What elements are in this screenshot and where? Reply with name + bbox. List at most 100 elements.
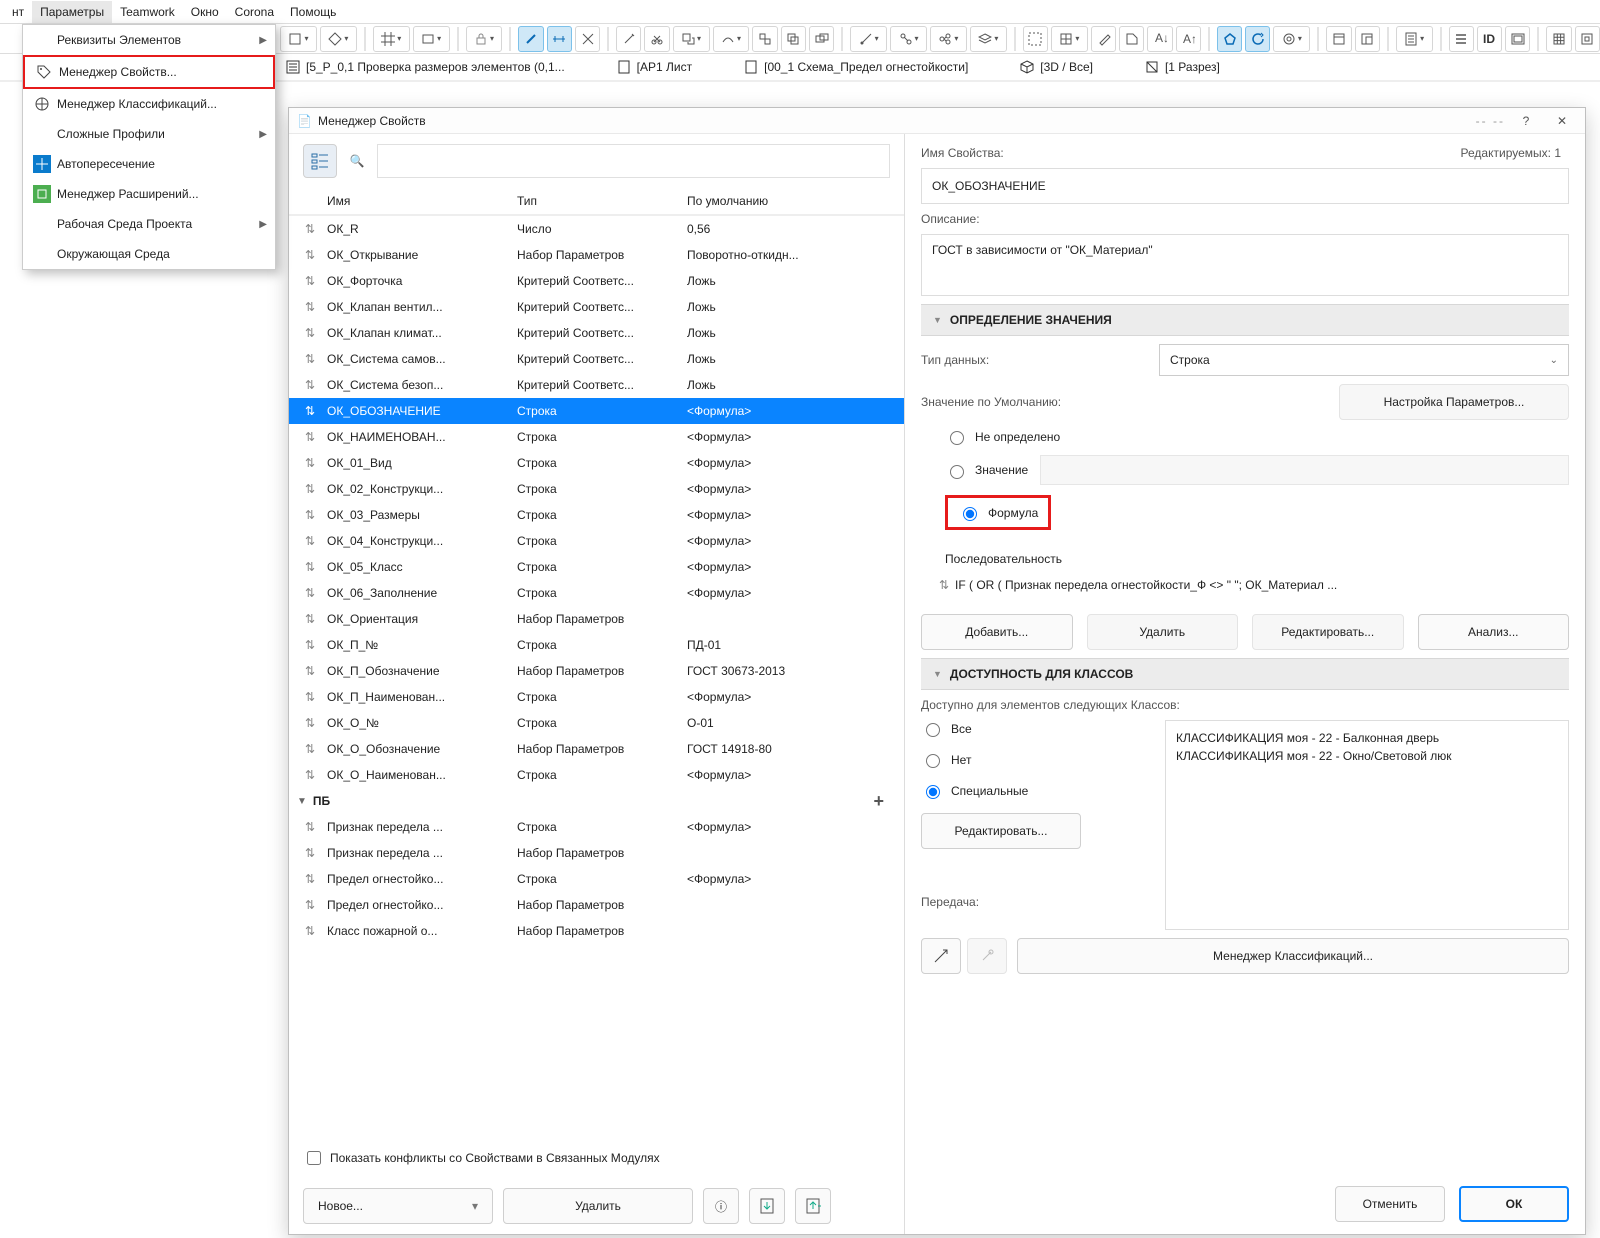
property-row[interactable]: ⇅ОК_03_РазмерыСтрока<Формула> bbox=[289, 502, 904, 528]
property-row[interactable]: ⇅Предел огнестойко...Строка<Формула> bbox=[289, 866, 904, 892]
property-row[interactable]: ⇅Класс пожарной о...Набор Параметров bbox=[289, 918, 904, 944]
menu-Помощь[interactable]: Помощь bbox=[282, 1, 344, 23]
property-row[interactable]: ⇅Признак передела ...Набор Параметров bbox=[289, 840, 904, 866]
shape-refresh-tool[interactable] bbox=[1245, 26, 1270, 52]
property-row[interactable]: ⇅ОК_П_ОбозначениеНабор ПараметровГОСТ 30… bbox=[289, 658, 904, 684]
list-tool[interactable] bbox=[1449, 26, 1474, 52]
property-row[interactable]: ⇅ОК_05_КлассСтрока<Формула> bbox=[289, 554, 904, 580]
delete-button[interactable]: Удалить bbox=[503, 1188, 693, 1224]
property-row[interactable]: ⇅ОК_Система безоп...Критерий Соответс...… bbox=[289, 372, 904, 398]
property-row[interactable]: ⇅Признак передела ...Строка<Формула> bbox=[289, 814, 904, 840]
help-button[interactable]: ? bbox=[1511, 114, 1541, 128]
property-group[interactable]: ▼ПБ+ bbox=[289, 788, 904, 814]
property-row[interactable]: ⇅ОК_Клапан вентил...Критерий Соответс...… bbox=[289, 294, 904, 320]
menuitem--[interactable]: Менеджер Расширений... bbox=[23, 179, 275, 209]
menuitem--[interactable]: Менеджер Классификаций... bbox=[23, 89, 275, 119]
menuitem--[interactable]: Автопересечение bbox=[23, 149, 275, 179]
datatype-select[interactable]: Строка⌄ bbox=[1159, 344, 1569, 376]
add-icon[interactable]: + bbox=[873, 791, 884, 812]
add-formula-button[interactable]: Добавить... bbox=[921, 614, 1073, 650]
menu-Teamwork[interactable]: Teamwork bbox=[112, 1, 183, 23]
tab[interactable]: [3D / Все] bbox=[1014, 56, 1099, 78]
radio-value[interactable]: Значение bbox=[945, 462, 1028, 479]
import-button[interactable] bbox=[749, 1188, 785, 1224]
wand-tool[interactable] bbox=[616, 26, 641, 52]
info-button[interactable]: ⓘ bbox=[703, 1188, 739, 1224]
squares-tool[interactable] bbox=[752, 26, 777, 52]
class-item[interactable]: КЛАССИФИКАЦИЯ моя - 22 - Балконная дверь bbox=[1176, 731, 1558, 745]
tab[interactable]: [АР1 Лист bbox=[611, 56, 698, 78]
pick-tool-button[interactable] bbox=[921, 938, 961, 974]
show-conflicts-checkbox[interactable]: Показать конфликты со Свойствами в Связа… bbox=[289, 1138, 904, 1178]
node-tool[interactable]: ▾ bbox=[890, 26, 927, 52]
property-row[interactable]: ⇅ОК_06_ЗаполнениеСтрока<Формула> bbox=[289, 580, 904, 606]
ring-tool[interactable]: ▾ bbox=[1273, 26, 1310, 52]
ok-button[interactable]: ОК bbox=[1459, 1186, 1569, 1222]
class-item[interactable]: КЛАССИФИКАЦИЯ моя - 22 - Окно/Световой л… bbox=[1176, 749, 1558, 763]
lock-tool[interactable]: ▾ bbox=[466, 26, 503, 52]
shape-pentagon-tool[interactable] bbox=[1217, 26, 1242, 52]
radio-formula[interactable]: Формула bbox=[945, 495, 1051, 530]
plane-tool[interactable]: ▾ bbox=[713, 26, 750, 52]
overlap-tool[interactable] bbox=[809, 26, 834, 52]
grid-tool[interactable]: ▾ bbox=[373, 26, 410, 52]
box-in-tool[interactable] bbox=[1575, 26, 1600, 52]
menuitem--[interactable]: Окружающая Среда bbox=[23, 239, 275, 269]
cancel-button[interactable]: Отменить bbox=[1335, 1186, 1445, 1222]
attach-tool[interactable] bbox=[518, 26, 543, 52]
property-row[interactable]: ⇅ОК_ОриентацияНабор Параметров bbox=[289, 606, 904, 632]
label-tool[interactable] bbox=[1119, 26, 1144, 52]
sheet-tool[interactable]: ▾ bbox=[1396, 26, 1433, 52]
radio-special-classes[interactable]: Специальные bbox=[921, 782, 1151, 799]
window-tool-1[interactable] bbox=[1326, 26, 1351, 52]
menu-Окно[interactable]: Окно bbox=[183, 1, 227, 23]
resize-tool[interactable]: ▾ bbox=[673, 26, 710, 52]
tab[interactable]: [00_1 Схема_Предел огнестойкости] bbox=[738, 56, 974, 78]
frame-tool[interactable] bbox=[1505, 26, 1530, 52]
edit-classes-button[interactable]: Редактировать... bbox=[921, 813, 1081, 849]
tab[interactable]: [1 Разрез] bbox=[1139, 56, 1226, 78]
menuitem--[interactable]: Менеджер Свойств... bbox=[23, 55, 275, 89]
text-small-tool[interactable]: A↓ bbox=[1147, 26, 1172, 52]
group-tool[interactable] bbox=[1023, 26, 1048, 52]
class-list[interactable]: КЛАССИФИКАЦИЯ моя - 22 - Балконная дверь… bbox=[1165, 720, 1569, 930]
property-row[interactable]: ⇅ОК_О_№СтрокаО-01 bbox=[289, 710, 904, 736]
new-button[interactable]: Новое...▾ bbox=[303, 1188, 493, 1224]
property-row[interactable]: ⇅ОК_04_Конструкци...Строка<Формула> bbox=[289, 528, 904, 554]
property-name-input[interactable] bbox=[921, 168, 1569, 204]
params-dropdown[interactable]: Реквизиты Элементов▶Менеджер Свойств...М… bbox=[22, 24, 276, 270]
analyze-button[interactable]: Анализ... bbox=[1418, 614, 1570, 650]
grid9-tool[interactable] bbox=[1546, 26, 1571, 52]
property-row[interactable]: ⇅ОК_RЧисло0,56 bbox=[289, 216, 904, 242]
menu-Параметры[interactable]: Параметры bbox=[32, 1, 112, 23]
radio-no-classes[interactable]: Нет bbox=[921, 751, 1151, 768]
property-row[interactable]: ⇅ОК_ФорточкаКритерий Соответс...Ложь bbox=[289, 268, 904, 294]
text-large-tool[interactable]: A↑ bbox=[1176, 26, 1201, 52]
scissors-tool[interactable] bbox=[644, 26, 669, 52]
edit-tool[interactable] bbox=[1091, 26, 1116, 52]
section-value-definition[interactable]: ОПРЕДЕЛЕНИЕ ЗНАЧЕНИЯ bbox=[921, 304, 1569, 336]
window-tool-2[interactable] bbox=[1355, 26, 1380, 52]
menu-Corona[interactable]: Corona bbox=[227, 1, 282, 23]
property-desc-input[interactable] bbox=[921, 234, 1569, 296]
property-row[interactable]: ⇅ОК_О_Наименован...Строка<Формула> bbox=[289, 762, 904, 788]
property-row[interactable]: ⇅ОК_НАИМЕНОВАН...Строка<Формула> bbox=[289, 424, 904, 450]
property-row[interactable]: ⇅Предел огнестойко...Набор Параметров bbox=[289, 892, 904, 918]
property-row[interactable]: ⇅ОК_П_Наименован...Строка<Формула> bbox=[289, 684, 904, 710]
menubar[interactable]: нтПараметрыTeamworkОкноCoronaПомощь bbox=[0, 0, 1600, 24]
radio-all-classes[interactable]: Все bbox=[921, 720, 1151, 737]
tool-dropdown-2[interactable]: ▾ bbox=[320, 26, 357, 52]
close-button[interactable]: ✕ bbox=[1547, 114, 1577, 128]
tab[interactable]: [5_Р_0,1 Проверка размеров элементов (0,… bbox=[280, 56, 571, 78]
formula-item[interactable]: ⇅ IF ( OR ( Признак передела огнестойкос… bbox=[925, 572, 1565, 598]
classification-manager-button[interactable]: Менеджер Классификаций... bbox=[1017, 938, 1569, 974]
property-row[interactable]: ⇅ОК_ОБОЗНАЧЕНИЕСтрока<Формула> bbox=[289, 398, 904, 424]
radio-undefined[interactable]: Не определено bbox=[945, 428, 1569, 445]
dimension-tool[interactable] bbox=[547, 26, 572, 52]
export-button[interactable] bbox=[795, 1188, 831, 1224]
cut-tool[interactable] bbox=[575, 26, 600, 52]
property-row[interactable]: ⇅ОК_02_Конструкци...Строка<Формула> bbox=[289, 476, 904, 502]
property-row[interactable]: ⇅ОК_П_№СтрокаПД-01 bbox=[289, 632, 904, 658]
intersect-tool[interactable] bbox=[781, 26, 806, 52]
menuitem--[interactable]: Реквизиты Элементов▶ bbox=[23, 25, 275, 55]
